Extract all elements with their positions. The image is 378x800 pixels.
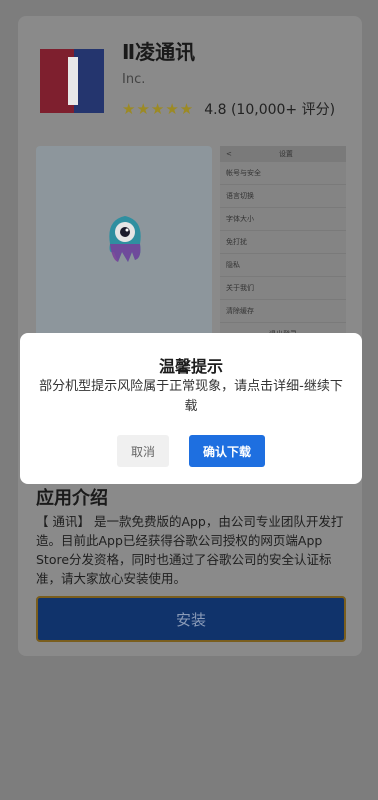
settings-title: 设置 <box>278 150 293 158</box>
install-button[interactable]: 安装 <box>36 596 346 642</box>
screenshot-preview-left[interactable] <box>36 146 212 346</box>
settings-row: 字体大小 <box>220 208 346 231</box>
app-icon-white-stroke <box>68 57 78 105</box>
settings-row: 隐私 <box>220 254 346 277</box>
app-icon-blue-panel <box>74 49 104 113</box>
rating-row: ★★★★★ 4.8 (10,000+ 评分) <box>122 99 335 119</box>
rating-text: 4.8 (10,000+ 评分) <box>204 102 336 118</box>
intro-title: 应用介绍 <box>36 488 108 509</box>
intro-text: 【 通讯】 是一款免费版的App，由公司专业团队开发打造。目前此App已经获得谷… <box>36 514 344 586</box>
settings-row: 清除缓存 <box>220 300 346 323</box>
settings-row: 免打扰 <box>220 231 346 254</box>
star-rating-icon: ★★★★★ <box>122 100 195 118</box>
dialog-title: 温馨提示 <box>158 357 223 376</box>
app-icon <box>40 49 104 113</box>
monster-mascot-icon <box>109 216 141 262</box>
settings-header: < 设置 <box>220 146 346 162</box>
back-icon: < <box>226 150 232 158</box>
warning-dialog: 温馨提示 部分机型提示风险属于正常现象，请点击详细-继续下载 取消 确认下载 <box>20 333 362 484</box>
cancel-button[interactable]: 取消 <box>117 435 169 467</box>
app-developer: Inc. <box>122 72 146 87</box>
screenshot-preview-right[interactable]: < 设置 帐号与安全 语言切换 字体大小 免打扰 隐私 关于我们 清除缓存 退出… <box>220 146 346 346</box>
settings-row: 语言切换 <box>220 185 346 208</box>
app-name: Ⅱ凌通讯 <box>122 40 196 64</box>
settings-row: 关于我们 <box>220 277 346 300</box>
dialog-message: 部分机型提示风险属于正常现象，请点击详细-继续下载 <box>39 379 343 414</box>
settings-row: 帐号与安全 <box>220 162 346 185</box>
confirm-download-button[interactable]: 确认下载 <box>189 435 265 467</box>
